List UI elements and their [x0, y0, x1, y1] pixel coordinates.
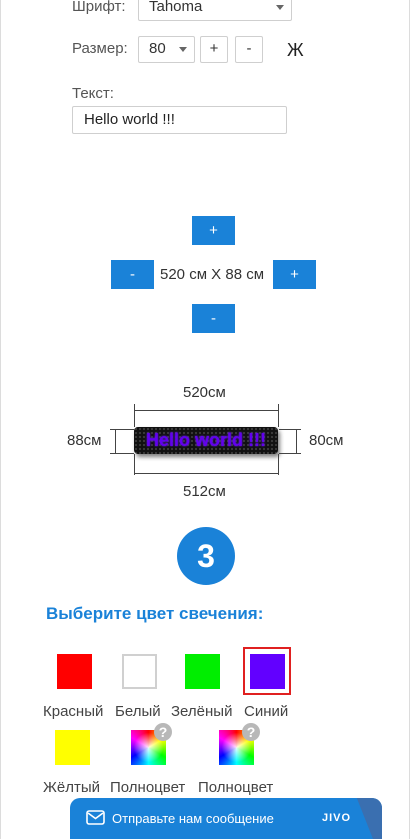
size-increase-button[interactable]: + [200, 36, 228, 63]
bottom-left-tick [134, 454, 135, 475]
size-select[interactable]: 80 [138, 36, 195, 63]
dimensions-readout: 520 см X 88 см [160, 266, 265, 283]
right-height-label: 80см [309, 432, 344, 449]
right-top-tick [279, 429, 301, 430]
color-label-white: Белый [115, 703, 161, 720]
font-select-value: Tahoma [149, 0, 203, 15]
color-label-blue: Синий [244, 703, 289, 720]
top-right-tick [278, 404, 279, 427]
chat-widget-corner [356, 798, 382, 839]
text-input[interactable]: Hello world !!! [72, 106, 287, 134]
right-dimension-line [296, 429, 297, 453]
width-increase-button[interactable]: + [273, 260, 316, 289]
top-left-tick [134, 404, 135, 427]
bold-toggle[interactable]: Ж [287, 40, 304, 61]
left-bottom-tick [110, 453, 134, 454]
top-width-label: 520см [183, 384, 226, 401]
swatch-green[interactable] [185, 654, 220, 689]
color-label-fullcolor-1: Полноцвет [110, 779, 186, 796]
color-label-fullcolor-2: Полноцвет [198, 779, 274, 796]
sign-preview-text: Hello world !!! [146, 430, 266, 450]
jivo-logo: JIVO [322, 812, 352, 824]
sign-preview: Hello world !!! [134, 427, 278, 454]
chevron-down-icon [179, 47, 187, 52]
color-section-heading: Выберите цвет свечения: [46, 604, 264, 623]
swatch-red[interactable] [57, 654, 92, 689]
font-select[interactable]: Tahoma [138, 0, 292, 21]
color-label-green: Зелёный [171, 703, 233, 720]
color-label-yellow: Жёлтый [43, 779, 100, 796]
top-dimension-line [134, 410, 279, 411]
left-height-label: 88см [67, 432, 102, 449]
help-icon[interactable]: ? [242, 723, 260, 741]
left-top-tick [110, 429, 134, 430]
text-label: Текст: [72, 85, 114, 102]
left-dimension-line [115, 429, 116, 453]
bottom-width-label: 512см [183, 483, 226, 500]
size-decrease-button[interactable]: - [235, 36, 263, 63]
bottom-dimension-line [134, 473, 279, 474]
swatch-yellow[interactable] [55, 730, 90, 765]
chat-widget-bar[interactable]: Отправьте нам сообщение JIVO [70, 798, 382, 839]
size-label: Размер: [72, 40, 128, 57]
size-select-value: 80 [149, 40, 166, 57]
swatch-blue[interactable] [250, 654, 285, 689]
step-number-badge: 3 [177, 527, 235, 585]
color-label-red: Красный [43, 703, 104, 720]
mail-icon [86, 810, 105, 825]
help-icon[interactable]: ? [154, 723, 172, 741]
right-bottom-tick [279, 453, 301, 454]
bottom-right-tick [278, 454, 279, 475]
font-label: Шрифт: [72, 0, 126, 15]
width-decrease-button[interactable]: - [111, 260, 154, 289]
chevron-down-icon [276, 5, 284, 10]
swatch-white[interactable] [122, 654, 157, 689]
chat-widget-label: Отправьте нам сообщение [112, 811, 274, 826]
height-increase-button[interactable]: + [192, 216, 235, 245]
height-decrease-button[interactable]: - [192, 304, 235, 333]
